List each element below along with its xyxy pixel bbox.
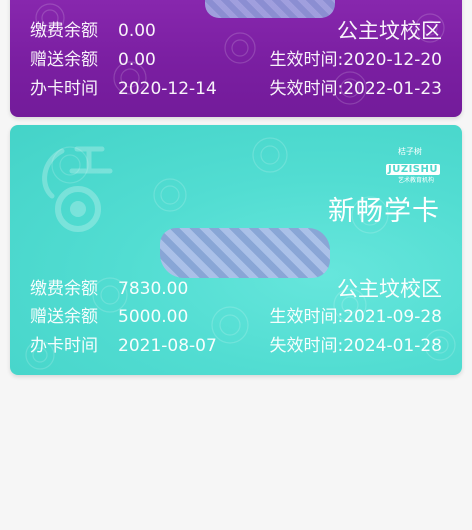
paid-balance-label: 缴费余额 xyxy=(30,279,98,299)
seal-emblem-icon xyxy=(42,146,113,232)
issue-date-value: 2020-12-14 xyxy=(118,79,217,99)
paid-balance-label: 缴费余额 xyxy=(30,21,98,41)
redacted-area xyxy=(205,0,335,18)
redacted-area xyxy=(160,228,330,278)
issue-date-label: 办卡时间 xyxy=(30,79,98,99)
paid-balance-value: 7830.00 xyxy=(118,279,189,299)
brand-name-text: JUZISHU xyxy=(385,164,440,175)
effective-time: 生效时间:2020-12-20 xyxy=(269,50,442,70)
card-row-2: 赠送余额 5000.00 生效时间:2021-09-28 xyxy=(30,304,442,330)
membership-card-list: 缴费余额 0.00 公主坟校区 赠送余额 0.00 生效时间:2020-12-2… xyxy=(0,0,472,530)
bonus-balance-label: 赠送余额 xyxy=(30,50,98,70)
brand-sub-text: 艺术教育机构 xyxy=(397,177,434,184)
card-row-3: 办卡时间 2021-08-07 失效时间:2024-01-28 xyxy=(30,333,442,359)
issue-date-label: 办卡时间 xyxy=(30,336,98,356)
bonus-balance-label: 赠送余额 xyxy=(30,307,98,327)
card-row-3: 办卡时间 2020-12-14 失效时间:2022-01-23 xyxy=(30,76,442,102)
brand-top-text: 桔子树 xyxy=(398,147,422,156)
membership-card-purple[interactable]: 缴费余额 0.00 公主坟校区 赠送余额 0.00 生效时间:2020-12-2… xyxy=(10,0,462,117)
expire-time: 失效时间:2024-01-28 xyxy=(269,336,442,356)
campus-name: 公主坟校区 xyxy=(337,277,442,301)
effective-time: 生效时间:2021-09-28 xyxy=(269,307,442,327)
bonus-balance-value: 5000.00 xyxy=(118,307,189,327)
campus-name: 公主坟校区 xyxy=(337,19,442,43)
card-title: 新畅学卡 xyxy=(328,196,440,227)
bonus-balance-value: 0.00 xyxy=(118,50,156,70)
brand-logo: 桔子树 JUZISHU 艺术教育机构 xyxy=(368,147,440,185)
brand-name: JUZISHU xyxy=(385,163,440,177)
membership-card-cyan[interactable]: 桔子树 JUZISHU 艺术教育机构 新畅学卡 缴费余额 7830.00 公主坟… xyxy=(10,125,462,375)
card-row-1: 缴费余额 7830.00 公主坟校区 xyxy=(30,276,442,302)
issue-date-value: 2021-08-07 xyxy=(118,336,217,356)
card-row-2: 赠送余额 0.00 生效时间:2020-12-20 xyxy=(30,47,442,73)
paid-balance-value: 0.00 xyxy=(118,21,156,41)
card-row-1: 缴费余额 0.00 公主坟校区 xyxy=(30,18,442,44)
expire-time: 失效时间:2022-01-23 xyxy=(269,79,442,99)
